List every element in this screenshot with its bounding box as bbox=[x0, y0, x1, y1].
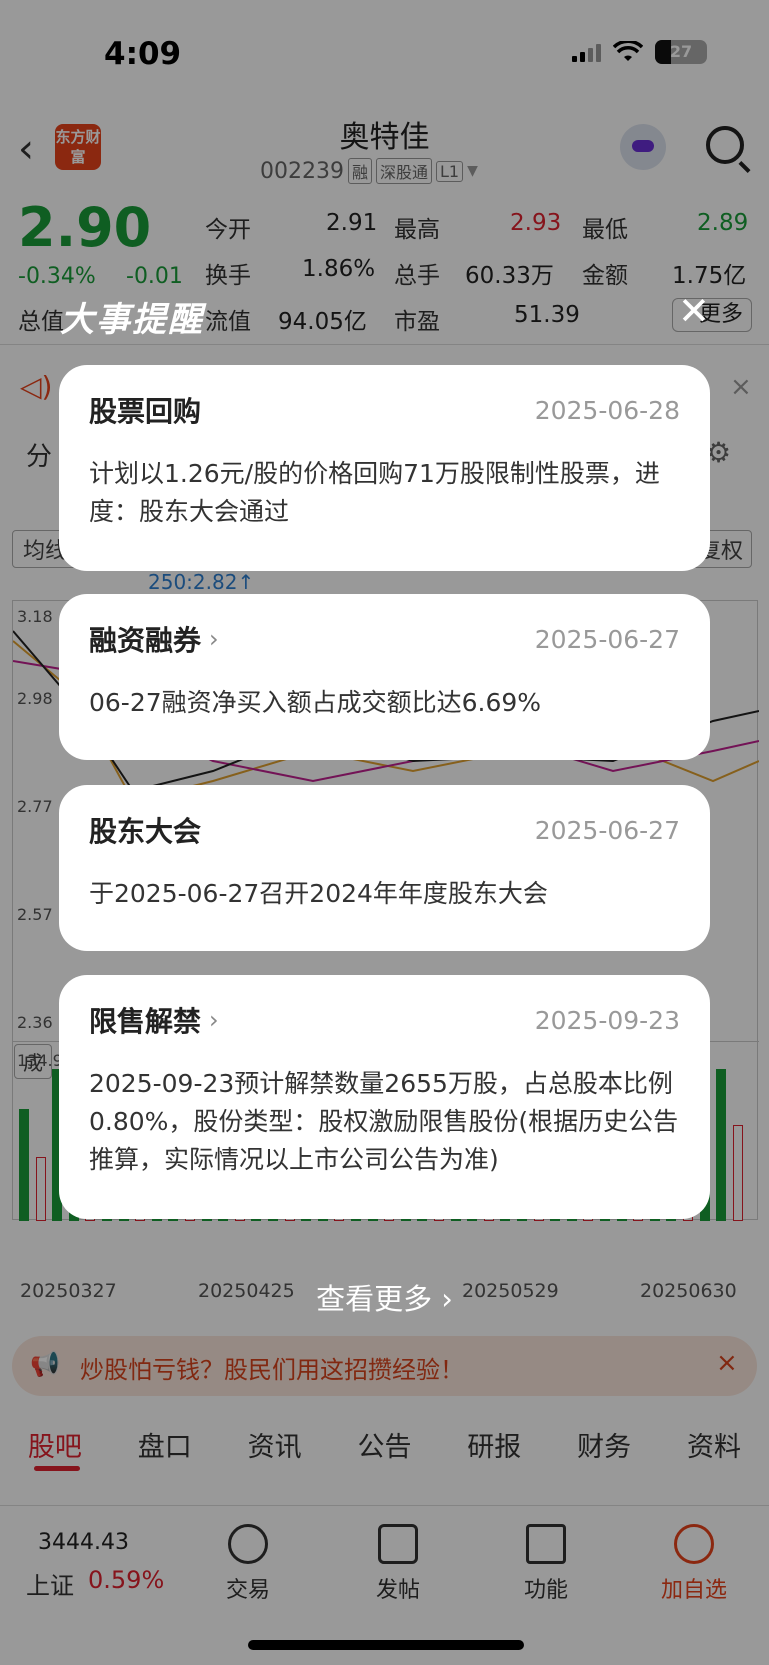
card-date: 2025-06-27 bbox=[534, 815, 680, 845]
card-title: 股票回购 bbox=[89, 395, 202, 428]
card-date: 2025-09-23 bbox=[534, 1005, 680, 1035]
see-more-button[interactable]: 查看更多 › bbox=[0, 1276, 769, 1318]
chevron-right-icon: › bbox=[209, 1006, 219, 1034]
modal-title: 大事提醒 bbox=[60, 300, 204, 340]
event-card-unlock[interactable]: 限售解禁 › 2025-09-23 2025-09-23预计解禁数量2655万股，… bbox=[59, 975, 710, 1219]
close-icon[interactable]: ✕ bbox=[678, 292, 710, 330]
card-date: 2025-06-27 bbox=[534, 624, 680, 654]
card-title: 股东大会 bbox=[89, 815, 202, 848]
event-card-meeting[interactable]: 股东大会 2025-06-27 于2025-06-27召开2024年年度股东大会 bbox=[59, 785, 710, 951]
card-body: 2025-09-23预计解禁数量2655万股，占总股本比例0.80%，股份类型：… bbox=[89, 1069, 679, 1174]
card-body: 06-27融资净买入额占成交额比达6.69% bbox=[89, 688, 542, 717]
card-date: 2025-06-28 bbox=[534, 395, 680, 425]
card-title-wrap: 限售解禁 › bbox=[89, 1005, 219, 1038]
card-title-wrap: 融资融券 › bbox=[89, 624, 219, 657]
card-body: 计划以1.26元/股的价格回购71万股限制性股票，进度：股东大会通过 bbox=[89, 459, 660, 526]
event-card-buyback[interactable]: 股票回购 2025-06-28 计划以1.26元/股的价格回购71万股限制性股票… bbox=[59, 365, 710, 571]
card-body: 于2025-06-27召开2024年年度股东大会 bbox=[89, 879, 548, 908]
event-card-margin[interactable]: 融资融券 › 2025-06-27 06-27融资净买入额占成交额比达6.69% bbox=[59, 594, 710, 760]
chevron-right-icon: › bbox=[209, 625, 219, 653]
